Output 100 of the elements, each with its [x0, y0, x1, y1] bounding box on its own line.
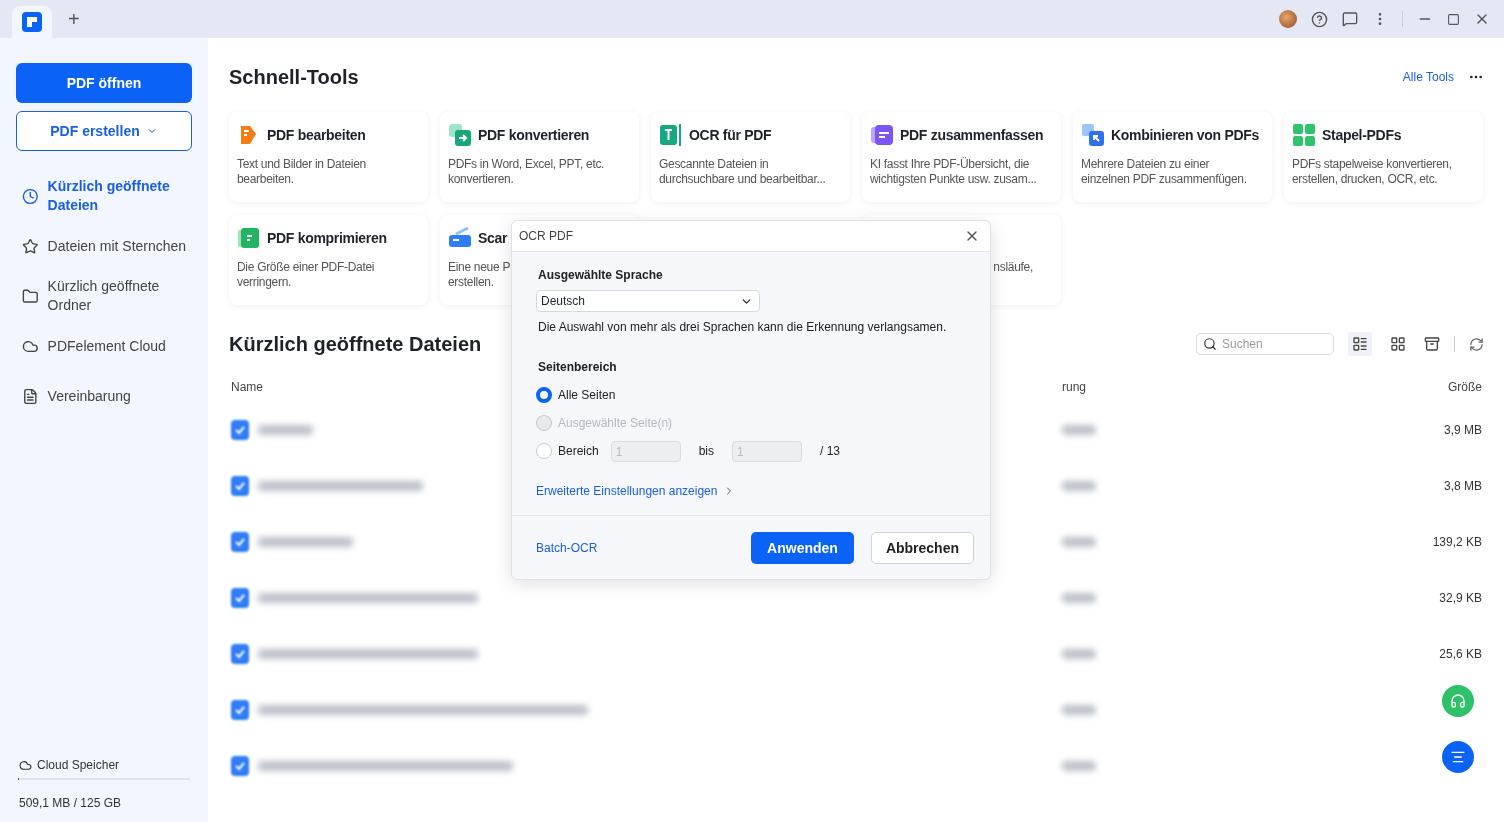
convert-icon [448, 123, 472, 147]
refresh-icon[interactable] [1469, 336, 1484, 352]
headset-icon [1450, 693, 1466, 709]
cancel-button[interactable]: Abbrechen [870, 531, 974, 564]
blurred-date [1062, 537, 1096, 547]
tool-description: nsläufe, [993, 260, 1033, 275]
field-label: Ausgewählte Sprache [538, 268, 664, 282]
sidebar-item[interactable]: PDFelement Cloud [16, 321, 192, 371]
language-select[interactable]: Deutsch [536, 290, 760, 312]
tool-card[interactable]: PDF komprimieren Die Größe einer PDF-Datei verringern. [229, 215, 428, 305]
sidebar-item[interactable]: Kürzlich geöffnete Dateien [16, 171, 192, 221]
grid-icon [1390, 336, 1406, 352]
tool-description: PDFs in Word, Excel, PPT, etc. konvertieren. [448, 157, 605, 187]
tool-description: Gescannte Dateien in durchsuchbare und bearbeitbar... [659, 157, 826, 187]
document-icon [237, 226, 261, 250]
apply-button[interactable]: Anwenden [751, 531, 854, 564]
list-icon [1352, 336, 1368, 352]
scanner-icon [448, 226, 472, 250]
tool-title: Stapel-PDFs [1322, 127, 1402, 143]
tool-description: Eine neue P erstellen. [448, 260, 511, 290]
clock-icon [22, 187, 39, 205]
file-size: 32,9 KB [1438, 591, 1482, 605]
sidebar-item[interactable]: Kürzlich geöffnete Ordner [16, 271, 192, 321]
section-title: Kürzlich geöffnete Dateien [229, 332, 482, 356]
combine-icon [1081, 123, 1105, 147]
grid-icon [1292, 123, 1316, 147]
blurred-date [1062, 425, 1096, 435]
tool-title: PDF zusammenfassen [900, 127, 1044, 143]
new-tab-button[interactable]: + [60, 0, 88, 38]
tool-description: KI fasst Ihre PDF-Übersicht, die wichtigsten Punkte usw. zusam... [870, 157, 1037, 187]
maximize-icon[interactable] [1447, 12, 1460, 26]
app-tab[interactable] [12, 6, 52, 38]
file-icon [231, 588, 249, 608]
option-label: Ausgewählte Seite(n) [558, 416, 673, 430]
feature-button[interactable] [1442, 741, 1474, 773]
create-pdf-button[interactable]: PDF erstellen [16, 111, 192, 151]
tool-title: Scar [478, 230, 508, 246]
tool-card[interactable]: PDF bearbeiten Text und Bilder in Dateien bearbeiten. [229, 112, 428, 202]
blurred-date [1062, 481, 1096, 491]
radio-button[interactable] [536, 443, 552, 459]
tool-description: Die Größe einer PDF-Datei verringern. [237, 260, 375, 290]
blurred-date [1062, 649, 1096, 659]
file-size: 3,8 MB [1443, 479, 1482, 493]
column-header[interactable]: rung [1062, 380, 1362, 394]
tool-title: PDF komprimieren [267, 230, 387, 246]
tool-title: OCR für PDF [689, 127, 772, 143]
note-icon [870, 123, 894, 147]
file-icon [231, 700, 249, 720]
basket-icon[interactable] [1424, 336, 1440, 352]
file-icon [231, 476, 249, 496]
range-separator: bis [698, 444, 715, 458]
blurred-file-name [258, 425, 313, 435]
all-tools-link[interactable]: Alle Tools [1402, 70, 1454, 84]
list-view-button[interactable] [1348, 332, 1372, 356]
tool-card[interactable]: Kombinieren von PDFs Mehrere Dateien zu einer einzelnen PDF zusammenfügen. [1073, 112, 1272, 202]
tool-description: Mehrere Dateien zu einer einzelnen PDF zusammenfügen. [1081, 157, 1247, 187]
tool-card[interactable]: PDF zusammenfassen KI fasst Ihre PDF-Übersicht, die wichtigsten Punkte usw. zusam... [862, 112, 1061, 202]
tool-card[interactable]: OCR für PDF Gescannte Dateien in durchsuchbare und bearbeitbar... [651, 112, 850, 202]
search-icon [1203, 337, 1217, 351]
blurred-date [1062, 761, 1096, 771]
blurred-date [1062, 705, 1096, 715]
doc-icon [22, 387, 39, 405]
file-size: 139,2 KB [1431, 535, 1482, 549]
field-label: Seitenbereich [538, 360, 618, 374]
star-icon [22, 237, 39, 255]
tool-title: PDF konvertieren [478, 127, 590, 143]
tool-title: PDF bearbeiten [267, 127, 366, 143]
open-pdf-button[interactable]: PDF öffnen [16, 63, 192, 103]
batch-ocr-link[interactable]: Batch-OCR [536, 540, 598, 555]
tool-description: Text und Bilder in Dateien bearbeiten. [237, 157, 366, 187]
storage-label: Cloud Speicher [37, 758, 120, 772]
sidebar-item[interactable]: Vereinbarung [16, 371, 192, 421]
option-label: Bereich [558, 444, 599, 458]
file-icon [231, 532, 249, 552]
tool-title: Kombinieren von PDFs [1111, 127, 1260, 143]
radio-button[interactable] [536, 387, 552, 403]
option-label: Alle Seiten [558, 388, 616, 402]
storage-usage: 509,1 MB / 125 GB [19, 796, 123, 810]
file-icon [231, 756, 249, 776]
sidebar-item[interactable]: Dateien mit Sternchen [16, 221, 192, 271]
lines-icon [1450, 749, 1466, 765]
file-size: 25,6 KB [1438, 647, 1482, 661]
tool-description: PDFs stapelweise konvertieren, erstellen, drucken, OCR, etc. [1292, 157, 1452, 187]
advanced-settings-link[interactable]: Erweiterte Einstellungen anzeigen [536, 484, 964, 498]
file-size: 3,9 MB [1443, 423, 1482, 437]
section-title: Schnell-Tools [229, 65, 359, 89]
feedback-icon[interactable] [1342, 11, 1358, 27]
blurred-date [1062, 593, 1096, 603]
tool-card[interactable]: PDF konvertieren PDFs in Word, Excel, PPT, etc. konvertieren. [440, 112, 639, 202]
column-header[interactable]: Größe [1362, 380, 1482, 394]
cloud-icon [19, 758, 32, 772]
folder-icon [22, 287, 39, 305]
file-icon [231, 644, 249, 664]
help-icon[interactable] [1311, 10, 1328, 28]
app-logo-icon [22, 12, 42, 32]
file-icon [231, 420, 249, 440]
tool-card[interactable]: Stapel-PDFs PDFs stapelweise konvertieren, erstellen, drucken, OCR, etc. [1284, 112, 1483, 202]
avatar[interactable] [1279, 10, 1297, 28]
hint-text: Die Auswahl von mehr als drei Sprachen kann die Erkennung verlangsamen. [538, 320, 948, 334]
page-total: / 13 [820, 444, 841, 458]
